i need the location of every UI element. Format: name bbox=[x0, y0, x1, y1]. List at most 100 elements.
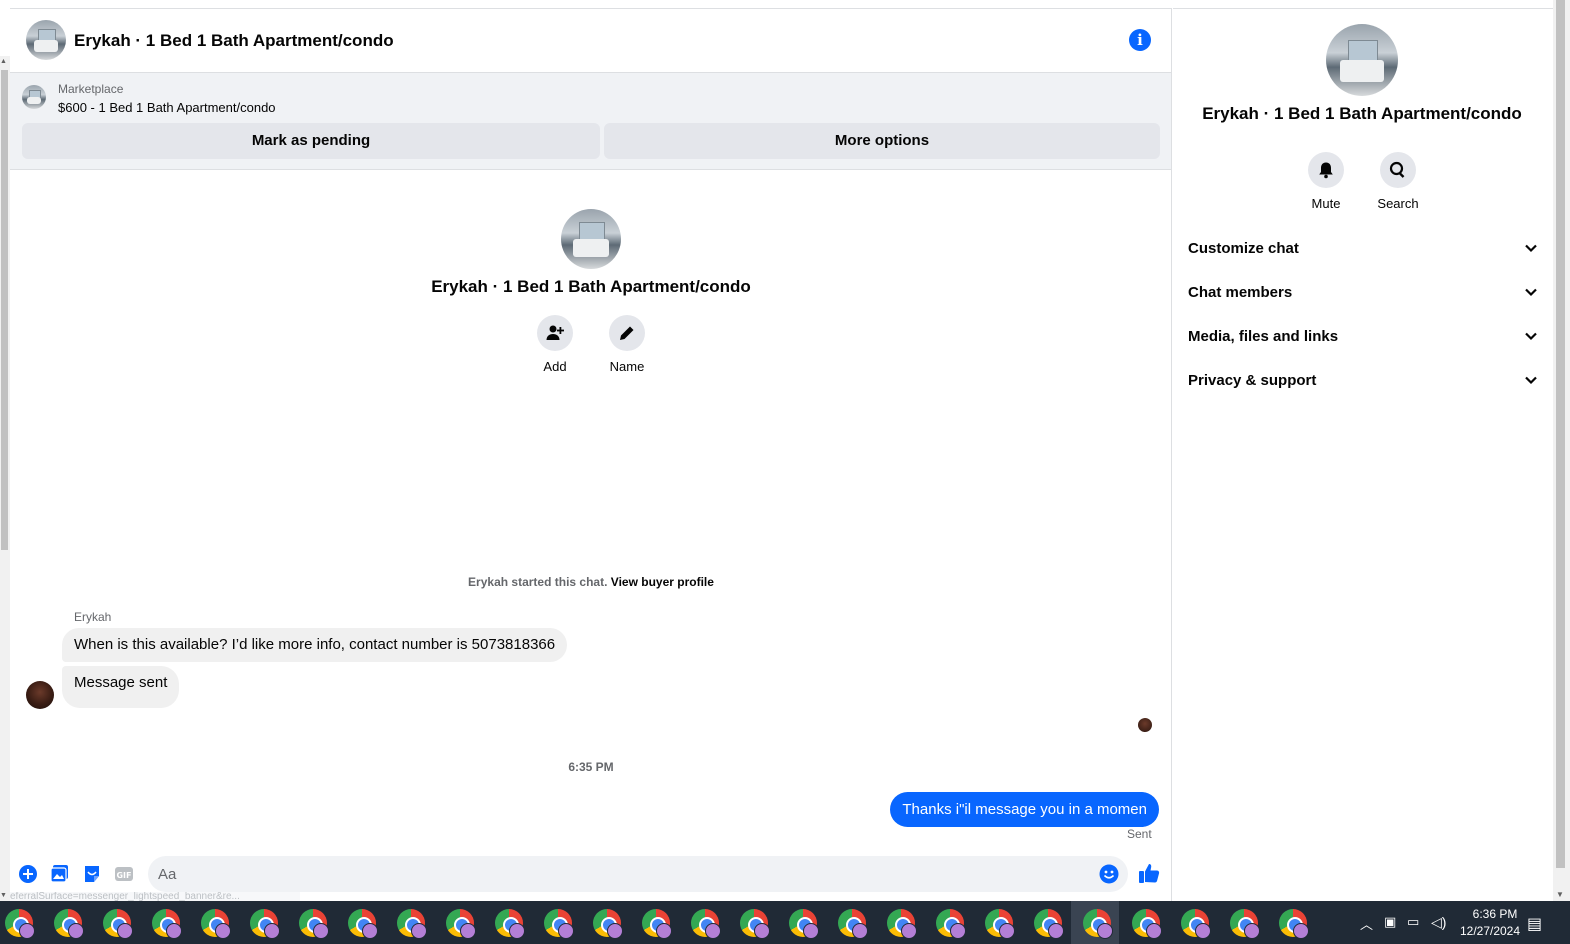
chrome-app-icon[interactable] bbox=[1279, 909, 1309, 939]
chrome-app-icon[interactable] bbox=[593, 909, 623, 939]
bell-icon[interactable] bbox=[1308, 152, 1344, 188]
sent-status: Sent bbox=[1127, 827, 1152, 841]
sender-avatar[interactable] bbox=[26, 681, 54, 709]
chevron-down-icon bbox=[1525, 288, 1537, 297]
scrollbar-thumb[interactable] bbox=[1556, 0, 1565, 868]
scrollbar-thumb[interactable] bbox=[1, 70, 8, 550]
chrome-app-icon[interactable] bbox=[936, 909, 966, 939]
chrome-app-icon[interactable] bbox=[642, 909, 672, 939]
scroll-down-arrow[interactable]: ▼ bbox=[0, 892, 7, 899]
message-bubble-outgoing[interactable]: Thanks i"il message you in a momen bbox=[890, 792, 1159, 827]
chrome-app-icon[interactable] bbox=[838, 909, 868, 939]
marketplace-bar: Marketplace $600 - 1 Bed 1 Bath Apartmen… bbox=[10, 73, 1171, 170]
svg-text:GIF: GIF bbox=[116, 871, 131, 880]
sticker-icon[interactable] bbox=[82, 864, 102, 884]
network-icon[interactable]: ▭ bbox=[1407, 914, 1419, 930]
chrome-app-icon[interactable] bbox=[1083, 909, 1113, 939]
scroll-down-arrow[interactable]: ▼ bbox=[1556, 890, 1564, 899]
chat-details-panel: Erykah · 1 Bed 1 Bath Apartment/condo Mu… bbox=[1173, 8, 1553, 901]
chrome-app-icon[interactable] bbox=[1034, 909, 1064, 939]
add-label: Add bbox=[543, 359, 567, 374]
search-action[interactable]: Search bbox=[1377, 152, 1419, 211]
pencil-icon[interactable] bbox=[609, 315, 645, 351]
more-options-button[interactable]: More options bbox=[604, 123, 1160, 159]
search-label: Search bbox=[1377, 196, 1419, 211]
privacy-support-section[interactable]: Privacy & support bbox=[1188, 358, 1538, 402]
chrome-app-icon[interactable] bbox=[1230, 909, 1260, 939]
chrome-app-icon[interactable] bbox=[348, 909, 378, 939]
chat-column: Erykah · 1 Bed 1 Bath Apartment/condo i … bbox=[10, 8, 1172, 902]
search-icon[interactable] bbox=[1380, 152, 1416, 188]
page-scrollbar[interactable]: ▲ ▼ bbox=[0, 56, 10, 901]
clock-time[interactable]: 6:36 PM bbox=[1460, 907, 1530, 921]
window-scrollbar[interactable]: ▼ bbox=[1553, 0, 1570, 901]
thumbs-up-icon[interactable] bbox=[1138, 862, 1160, 884]
notifications-icon[interactable]: ▤ bbox=[1527, 914, 1542, 934]
info-icon[interactable]: i bbox=[1129, 29, 1151, 51]
chrome-app-icon[interactable] bbox=[740, 909, 770, 939]
mute-action[interactable]: Mute bbox=[1308, 152, 1344, 211]
started-text: Erykah started this chat. bbox=[468, 575, 608, 589]
intro-avatar bbox=[561, 209, 621, 269]
chrome-app-icon[interactable] bbox=[250, 909, 280, 939]
chrome-app-icon[interactable] bbox=[5, 909, 35, 939]
chrome-app-icon[interactable] bbox=[495, 909, 525, 939]
chevron-down-icon bbox=[1525, 376, 1537, 385]
section-label: Media, files and links bbox=[1188, 327, 1339, 345]
chat-members-section[interactable]: Chat members bbox=[1188, 270, 1538, 314]
chrome-app-icon[interactable] bbox=[152, 909, 182, 939]
chrome-app-icon[interactable] bbox=[887, 909, 917, 939]
chrome-app-icon[interactable] bbox=[103, 909, 133, 939]
name-action[interactable]: Name bbox=[609, 315, 645, 374]
chat-started-notice: Erykah started this chat. View buyer pro… bbox=[10, 575, 1172, 589]
sender-name: Erykah bbox=[74, 610, 112, 624]
windows-taskbar: ︿ ▣ ▭ ◁) 6:36 PM 12/27/2024 ▤ bbox=[0, 901, 1570, 944]
view-buyer-profile-link[interactable]: View buyer profile bbox=[611, 575, 714, 589]
emoji-icon[interactable] bbox=[1099, 864, 1119, 884]
chrome-app-icon[interactable] bbox=[1132, 909, 1162, 939]
customize-chat-section[interactable]: Customize chat bbox=[1188, 226, 1538, 270]
message-composer: GIF eferralSurface=messenger_lightspeed_… bbox=[10, 854, 1172, 902]
panel-avatar[interactable] bbox=[1326, 24, 1398, 96]
chrome-app-icon[interactable] bbox=[299, 909, 329, 939]
chrome-app-icon[interactable] bbox=[54, 909, 84, 939]
media-files-links-section[interactable]: Media, files and links bbox=[1188, 314, 1538, 358]
section-label: Customize chat bbox=[1188, 239, 1299, 257]
intro-name: Erykah · 1 Bed 1 Bath Apartment/condo bbox=[431, 277, 751, 296]
scroll-up-arrow[interactable]: ▲ bbox=[0, 58, 7, 65]
volume-icon[interactable]: ◁) bbox=[1431, 914, 1446, 931]
chrome-app-icon[interactable] bbox=[691, 909, 721, 939]
chrome-app-icon[interactable] bbox=[985, 909, 1015, 939]
chrome-app-icon[interactable] bbox=[446, 909, 476, 939]
chrome-app-icon[interactable] bbox=[1181, 909, 1211, 939]
chat-title[interactable]: Erykah · 1 Bed 1 Bath Apartment/condo bbox=[74, 31, 394, 51]
chrome-app-icon[interactable] bbox=[397, 909, 427, 939]
chat-header: Erykah · 1 Bed 1 Bath Apartment/condo i bbox=[10, 9, 1171, 73]
plus-circle-icon[interactable] bbox=[18, 864, 38, 884]
mark-as-pending-button[interactable]: Mark as pending bbox=[22, 123, 600, 159]
chrome-app-icon[interactable] bbox=[544, 909, 574, 939]
listing-thumbnail[interactable] bbox=[22, 85, 46, 109]
clock-date[interactable]: 12/27/2024 bbox=[1450, 924, 1530, 938]
chevron-down-icon bbox=[1525, 332, 1537, 341]
thread-intro: Erykah · 1 Bed 1 Bath Apartment/condo Ad… bbox=[10, 209, 1172, 374]
message-bubble-incoming[interactable]: When is this available? I’d like more in… bbox=[62, 628, 568, 662]
add-people-action[interactable]: Add bbox=[537, 315, 573, 374]
add-person-icon[interactable] bbox=[537, 315, 573, 351]
time-separator: 6:35 PM bbox=[568, 760, 614, 774]
message-input[interactable] bbox=[148, 856, 1128, 892]
marketplace-label: Marketplace bbox=[58, 82, 124, 96]
section-label: Privacy & support bbox=[1188, 371, 1317, 389]
chevron-up-icon[interactable]: ︿ bbox=[1360, 914, 1373, 933]
name-label: Name bbox=[609, 359, 645, 374]
chat-avatar[interactable] bbox=[26, 20, 66, 60]
panel-chat-name: Erykah · 1 Bed 1 Bath Apartment/condo bbox=[1202, 104, 1522, 123]
gif-icon[interactable]: GIF bbox=[114, 864, 134, 884]
chrome-app-icon[interactable] bbox=[201, 909, 231, 939]
photo-icon[interactable] bbox=[50, 864, 70, 884]
chrome-app-icon[interactable] bbox=[789, 909, 819, 939]
meet-icon[interactable]: ▣ bbox=[1384, 914, 1396, 930]
listing-title[interactable]: $600 - 1 Bed 1 Bath Apartment/condo bbox=[58, 100, 276, 115]
message-bubble-incoming[interactable]: Message sent bbox=[62, 666, 180, 708]
read-receipt-avatar bbox=[1138, 718, 1152, 732]
